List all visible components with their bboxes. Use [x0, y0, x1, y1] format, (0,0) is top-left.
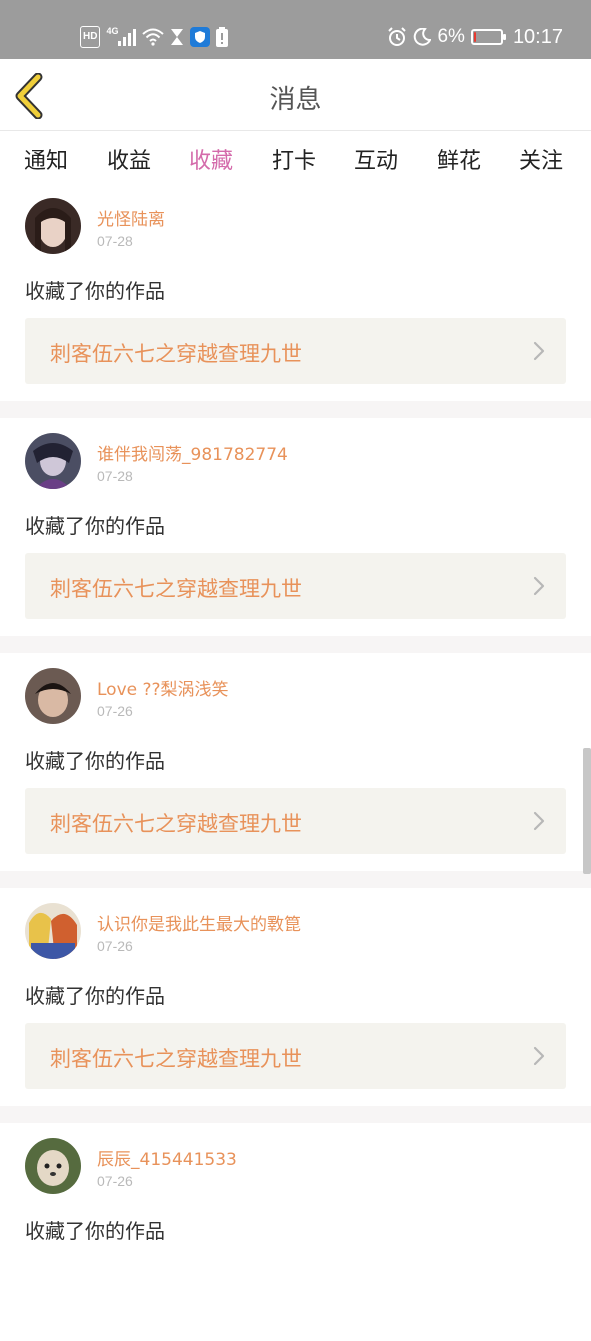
tab-checkin[interactable]: 打卡	[272, 143, 316, 175]
moon-icon	[413, 26, 432, 48]
tab-flowers[interactable]: 鲜花	[437, 143, 481, 175]
avatar[interactable]	[25, 903, 81, 959]
scrollbar[interactable]	[583, 748, 591, 874]
shield-icon	[190, 26, 211, 48]
work-link[interactable]: 刺客伍六七之穿越查理九世	[25, 1023, 566, 1089]
work-title: 刺客伍六七之穿越查理九世	[50, 812, 302, 836]
tab-label: 通知	[24, 149, 69, 174]
divider	[0, 871, 591, 888]
work-link[interactable]: 刺客伍六七之穿越查理九世	[25, 553, 566, 619]
hd-icon: HD	[80, 26, 101, 48]
work-title: 刺客伍六七之穿越查理九世	[50, 342, 302, 366]
list-item: 认识你是我此生最大的斁箟 07-26 收藏了你的作品 刺客伍六七之穿越查理九世	[0, 888, 591, 1106]
username[interactable]: 辰辰_415441533	[97, 1145, 237, 1170]
status-left-icons: HD 4G	[80, 24, 229, 50]
list-item: 光怪陆离 07-28 收藏了你的作品 刺客伍六七之穿越查理九世	[0, 183, 591, 401]
tab-earnings[interactable]: 收益	[107, 143, 151, 175]
chevron-right-icon	[533, 341, 545, 361]
clock: 10:17	[512, 25, 563, 48]
tab-label: 收藏	[189, 149, 234, 174]
battery-icon	[470, 29, 506, 45]
work-title: 刺客伍六七之穿越查理九世	[50, 577, 302, 601]
work-link[interactable]: 刺客伍六七之穿越查理九世	[25, 788, 566, 854]
work-title: 刺客伍六七之穿越查理九世	[50, 1047, 302, 1071]
avatar[interactable]	[25, 433, 81, 489]
signal-type-label: 4G	[106, 26, 119, 36]
chevron-right-icon	[533, 576, 545, 596]
alarm-icon	[387, 26, 407, 48]
signal-icon: 4G	[106, 26, 137, 48]
action-text: 收藏了你的作品	[25, 1219, 165, 1243]
tab-label: 互动	[354, 149, 399, 174]
date: 07-28	[97, 233, 133, 249]
avatar[interactable]	[25, 668, 81, 724]
work-link[interactable]: 刺客伍六七之穿越查理九世	[25, 318, 566, 384]
action-text: 收藏了你的作品	[25, 984, 165, 1008]
action-text: 收藏了你的作品	[25, 279, 165, 303]
username[interactable]: 谁伴我闯荡_981782774	[97, 440, 288, 465]
action-text: 收藏了你的作品	[25, 749, 165, 773]
username[interactable]: 认识你是我此生最大的斁箟	[97, 910, 301, 935]
chevron-right-icon	[533, 1046, 545, 1066]
tab-favorites[interactable]: 收藏	[189, 143, 234, 188]
date: 07-28	[97, 468, 133, 484]
tab-notice[interactable]: 通知	[24, 143, 68, 175]
tab-label: 鲜花	[437, 149, 482, 174]
list-item: Love ??梨涡浅笑 07-26 收藏了你的作品 刺客伍六七之穿越查理九世	[0, 653, 591, 871]
header: 消息	[0, 59, 591, 131]
tab-label: 打卡	[272, 149, 317, 174]
avatar[interactable]	[25, 198, 81, 254]
action-text: 收藏了你的作品	[25, 514, 165, 538]
battery-percent: 6%	[437, 26, 465, 47]
tab-label: 收益	[107, 149, 152, 174]
list-item: 辰辰_415441533 07-26 收藏了你的作品	[0, 1123, 591, 1341]
message-list: 光怪陆离 07-28 收藏了你的作品 刺客伍六七之穿越查理九世 谁伴我闯荡_98…	[0, 183, 591, 1341]
divider	[0, 1106, 591, 1123]
divider	[0, 401, 591, 418]
username[interactable]: 光怪陆离	[97, 205, 165, 230]
avatar[interactable]	[25, 1138, 81, 1194]
hourglass-icon	[170, 26, 184, 48]
username[interactable]: Love ??梨涡浅笑	[97, 675, 229, 700]
chevron-right-icon	[533, 811, 545, 831]
tab-follow[interactable]: 关注	[519, 143, 563, 175]
date: 07-26	[97, 938, 133, 954]
battery-alert-icon	[216, 26, 229, 48]
status-right-icons: 6% 10:17	[387, 24, 563, 50]
wifi-icon	[142, 26, 165, 48]
battery-level	[473, 32, 476, 42]
page-title: 消息	[269, 85, 322, 115]
date: 07-26	[97, 703, 133, 719]
list-item: 谁伴我闯荡_981782774 07-28 收藏了你的作品 刺客伍六七之穿越查理…	[0, 418, 591, 636]
tab-interaction[interactable]: 互动	[354, 143, 398, 175]
tab-bar: 通知 收益 收藏 打卡 互动 鲜花 关注	[0, 131, 591, 188]
divider	[0, 636, 591, 653]
tab-label: 关注	[519, 149, 564, 174]
status-bar: HD 4G 6% 10:17	[0, 0, 591, 59]
date: 07-26	[97, 1173, 133, 1189]
